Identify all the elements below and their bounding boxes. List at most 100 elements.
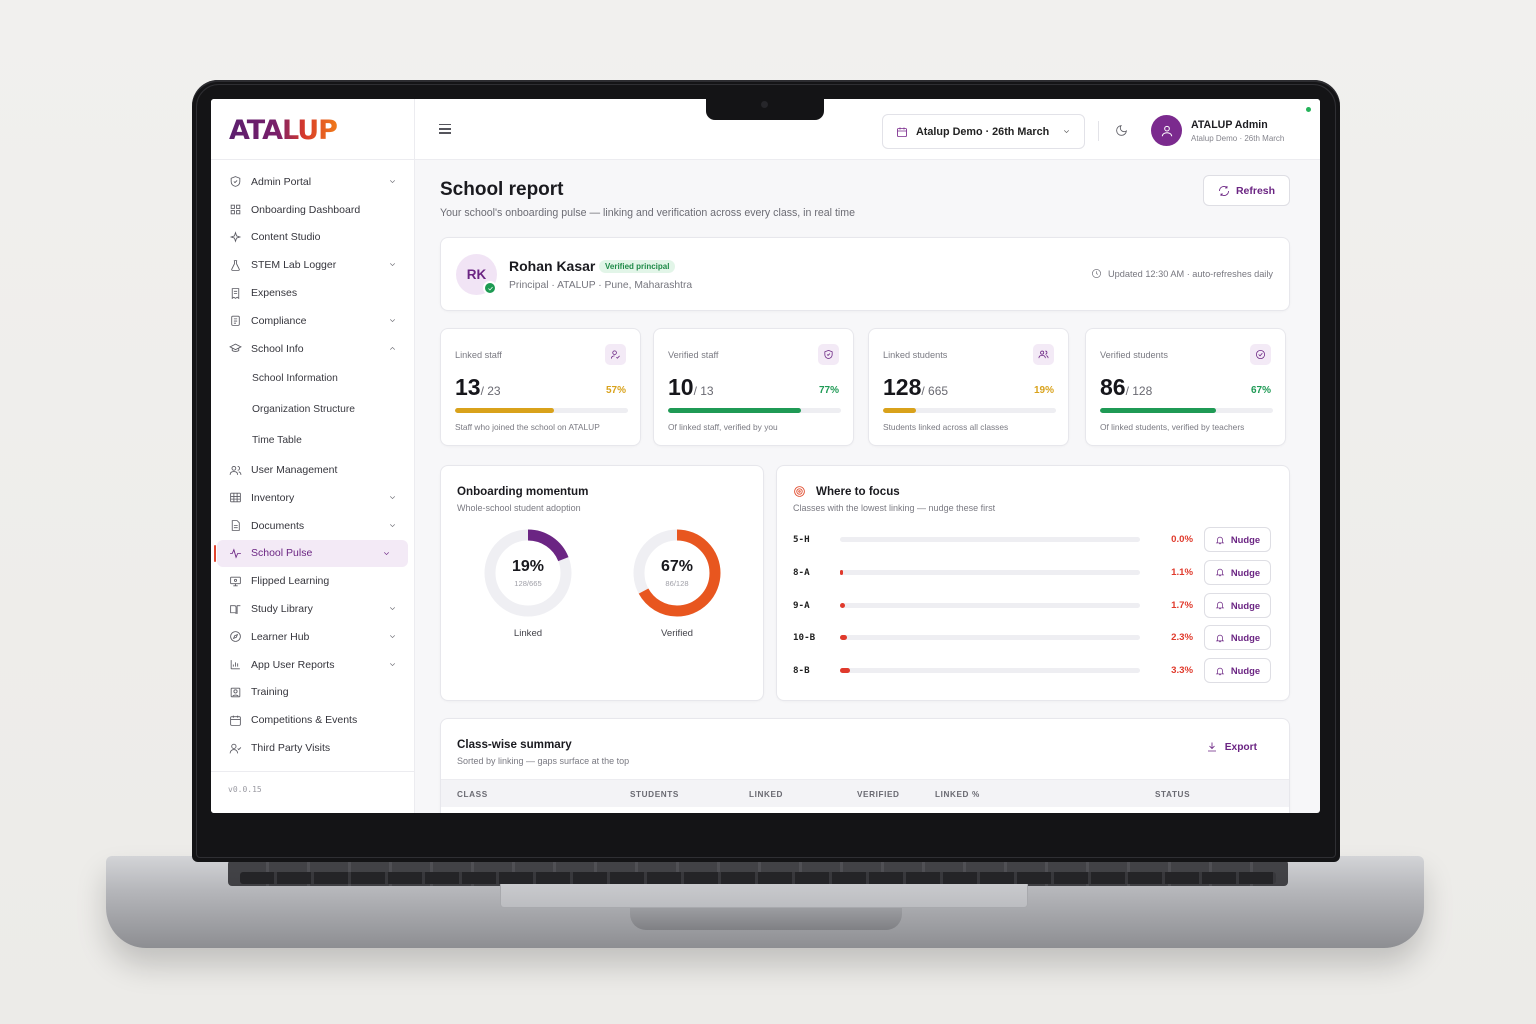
sidebar-item-study-library[interactable]: Study Library (211, 595, 414, 623)
school-selector[interactable]: Atalup Demo · 26th March (882, 114, 1085, 149)
class-label: 5-H (793, 534, 810, 545)
summary-title: Class-wise summary (457, 738, 572, 751)
export-button[interactable]: Export (1206, 741, 1257, 753)
sidebar-item-stem-lab-logger[interactable]: STEM Lab Logger (211, 251, 414, 279)
chevron-down-icon[interactable] (382, 549, 392, 559)
sidebar-item-label: Onboarding Dashboard (251, 203, 361, 216)
download-icon (1207, 742, 1216, 752)
sidebar-subitem-school-information[interactable]: School Information (211, 363, 414, 394)
hamburger-menu-icon[interactable] (439, 124, 451, 134)
stat-progress-fill (455, 408, 554, 413)
stat-progress-track (668, 408, 841, 413)
refresh-button[interactable]: Refresh (1203, 175, 1290, 206)
stat-note: Of linked students, verified by teachers (1100, 422, 1245, 432)
chevron-down-icon[interactable] (388, 632, 398, 642)
nudge-button[interactable]: Nudge (1204, 559, 1271, 585)
user-name[interactable]: ATALUP Admin (1191, 119, 1268, 131)
sidebar-item-label: Admin Portal (251, 175, 312, 188)
sidebar-item-documents[interactable]: Documents (211, 512, 414, 540)
sidebar-item-expenses[interactable]: Expenses (211, 279, 414, 307)
users-icon (1033, 344, 1054, 365)
chevron-down-icon[interactable] (388, 660, 398, 670)
sidebar-item-onboarding-dashboard[interactable]: Onboarding Dashboard (211, 196, 414, 224)
stat-label: Verified staff (668, 350, 719, 360)
active-indicator (214, 544, 216, 562)
focus-progress-track (840, 569, 1140, 575)
flask-icon (228, 258, 242, 272)
bell-icon (1215, 667, 1225, 675)
column-header-class[interactable]: CLASS (457, 790, 488, 799)
column-header-linked[interactable]: LINKED % (935, 790, 980, 799)
nudge-label: Nudge (1230, 632, 1261, 644)
bar-chart-icon (228, 658, 242, 672)
sidebar-item-user-management[interactable]: User Management (211, 456, 414, 484)
nudge-button[interactable]: Nudge (1204, 527, 1271, 552)
sidebar-item-school-pulse[interactable]: School Pulse (214, 539, 408, 568)
sidebar-item-label: App User Reports (251, 658, 335, 671)
linked-percent: 0.0% (1171, 534, 1193, 545)
column-header-status[interactable]: STATUS (1155, 790, 1190, 799)
nudge-button[interactable]: Nudge (1204, 592, 1271, 618)
donut-linked: 19% 128/665 (482, 527, 574, 619)
linked-percent: 1.1% (1171, 566, 1193, 578)
sidebar-subitem-organization-structure[interactable]: Organization Structure (211, 394, 414, 425)
sidebar-item-admin-portal[interactable]: Admin Portal (211, 168, 414, 196)
user-add-icon (605, 344, 626, 365)
focus-row-5-h: 5-H 0.0% Nudge (793, 527, 1277, 553)
class-label: 9-A (793, 599, 810, 611)
page-title: School report (440, 179, 564, 200)
bell-icon (1215, 569, 1225, 577)
avatar[interactable] (1151, 115, 1182, 146)
stat-total: / 665 (921, 384, 949, 398)
verified-check-icon (483, 281, 497, 295)
calendar-icon (228, 713, 242, 727)
sidebar-item-competitions-and-events[interactable]: Competitions & Events (211, 706, 414, 734)
chevron-down-icon[interactable] (388, 493, 398, 503)
sidebar-item-learner-hub[interactable]: Learner Hub (211, 623, 414, 651)
sidebar-item-app-user-reports[interactable]: App User Reports (211, 651, 414, 679)
class-label: 10-B (793, 632, 816, 644)
column-header-students[interactable]: STUDENTS (630, 790, 679, 799)
stat-card-verified-staff: Verified staff 10/ 13 77% Of linked staf… (653, 328, 854, 446)
stat-card-linked-staff: Linked staff 13/ 23 57% Staff who joined… (440, 328, 641, 446)
column-header-linked[interactable]: LINKED (749, 790, 783, 799)
chevron-up-icon[interactable] (388, 344, 398, 354)
stat-count: 10 (668, 374, 694, 400)
logo[interactable]: ATALUP (211, 99, 414, 160)
principal-card: RK Rohan Kasar Verified principal Princi… (440, 237, 1290, 311)
sidebar-item-third-party-visits[interactable]: Third Party Visits (211, 734, 414, 762)
momentum-subtitle: Whole-school student adoption (457, 503, 581, 513)
nudge-button[interactable]: Nudge (1204, 658, 1271, 684)
export-label: Export (1224, 741, 1257, 753)
chevron-down-icon[interactable] (388, 521, 398, 531)
stat-label: Linked staff (455, 350, 502, 360)
focus-progress-track (840, 537, 1140, 542)
keyboard-row (240, 872, 1276, 884)
stat-label: Linked students (883, 350, 948, 360)
sidebar-item-compliance[interactable]: Compliance (211, 307, 414, 335)
sidebar-item-school-info[interactable]: School Info (211, 335, 414, 363)
sidebar-item-label: Flipped Learning (251, 575, 330, 588)
theme-toggle-moon-icon[interactable] (1115, 124, 1128, 137)
column-header-verified[interactable]: VERIFIED (857, 790, 900, 799)
chevron-down-icon[interactable] (388, 316, 398, 326)
chevron-down-icon[interactable] (388, 604, 398, 614)
nudge-label: Nudge (1230, 566, 1261, 578)
sidebar-item-content-studio[interactable]: Content Studio (211, 224, 414, 252)
user-subtitle: Atalup Demo · 26th March (1191, 134, 1285, 143)
nudge-button[interactable]: Nudge (1204, 625, 1271, 651)
sidebar-subitem-time-table[interactable]: Time Table (211, 425, 414, 456)
bell-icon (1215, 601, 1225, 610)
stat-label: Verified students (1100, 350, 1168, 360)
clipboard-icon (228, 314, 242, 328)
page-subtitle: Your school's onboarding pulse — linking… (440, 207, 855, 219)
sidebar-item-training[interactable]: Training (211, 679, 414, 707)
chevron-down-icon[interactable] (388, 260, 398, 270)
chevron-down-icon[interactable] (388, 177, 398, 187)
camera (761, 101, 768, 108)
users-icon (228, 463, 242, 477)
stat-progress-fill (883, 408, 916, 413)
sidebar-item-inventory[interactable]: Inventory (211, 484, 414, 512)
sidebar-item-flipped-learning[interactable]: Flipped Learning (211, 567, 414, 595)
stat-total: / 13 (693, 384, 714, 398)
